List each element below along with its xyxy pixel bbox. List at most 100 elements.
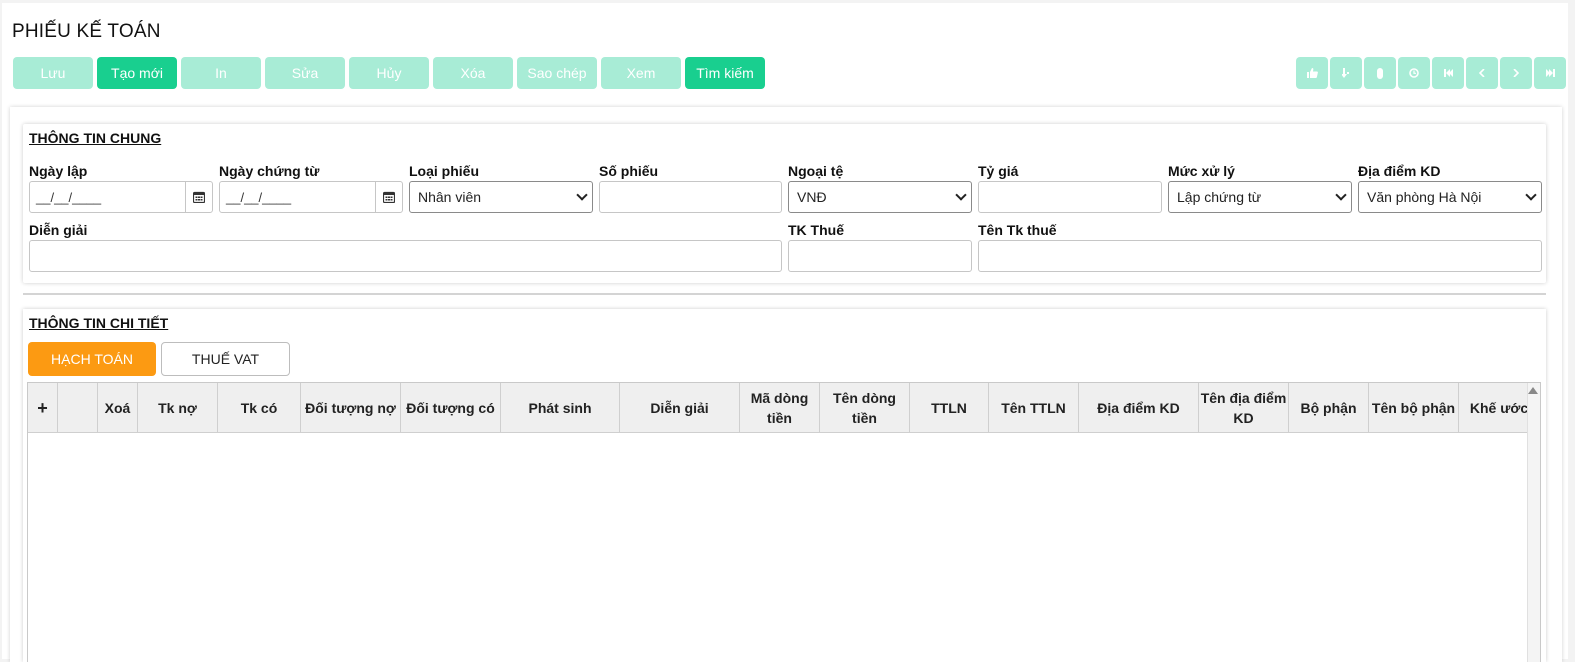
voucher-type-value: Nhân viên	[418, 189, 482, 205]
prev-icon	[1479, 69, 1485, 77]
tax-account-input[interactable]	[788, 240, 972, 272]
tax-account-name-input[interactable]	[978, 240, 1542, 272]
business-location-value: Văn phòng Hà Nội	[1367, 189, 1482, 205]
column-header-department-name[interactable]: Tên bộ phận	[1369, 383, 1459, 432]
doc-date-label: Ngày chứng từ	[219, 163, 320, 179]
column-header-select	[58, 383, 98, 432]
calendar-button[interactable]	[375, 182, 402, 212]
thumbs-up-icon	[1306, 68, 1318, 78]
column-header-debit-account[interactable]: Tk nợ	[138, 383, 218, 432]
history-button[interactable]	[1398, 57, 1430, 89]
exchange-rate-label: Tỷ giá	[978, 163, 1019, 179]
column-header-location-name[interactable]: Tên địa điểm KD	[1199, 383, 1289, 432]
column-header-delete[interactable]: Xoá	[98, 383, 138, 432]
save-button[interactable]: Lưu	[13, 57, 93, 89]
date-created-value[interactable]: __/__/____	[30, 182, 185, 212]
edit-button[interactable]: Sửa	[265, 57, 345, 89]
first-page-button[interactable]	[1432, 57, 1464, 89]
general-info-section: THÔNG TIN CHUNG Ngày lập __/__/____ Ngày…	[23, 124, 1546, 283]
date-created-field: Ngày lập __/__/____	[29, 161, 213, 213]
attachment-button[interactable]	[1364, 57, 1396, 89]
tax-account-label: TK Thuế	[788, 222, 844, 238]
business-location-label: Địa điểm KD	[1358, 163, 1441, 179]
voucher-type-field: Loại phiếu Nhân viên	[409, 161, 593, 213]
tab-accounting[interactable]: HẠCH TOÁN	[28, 342, 156, 376]
column-header-location[interactable]: Địa điểm KD	[1079, 383, 1199, 432]
column-header-department[interactable]: Bộ phận	[1289, 383, 1369, 432]
history-icon	[1409, 68, 1419, 78]
voucher-no-field: Số phiếu	[599, 161, 782, 213]
main-panel: THÔNG TIN CHUNG Ngày lập __/__/____ Ngày…	[10, 107, 1562, 662]
action-toolbar: Lưu Tạo mới In Sửa Hủy Xóa Sao chép Xem …	[13, 57, 765, 89]
exchange-rate-input[interactable]	[978, 181, 1162, 213]
exchange-rate-field: Tỷ giá	[978, 161, 1162, 213]
process-level-field: Mức xử lý Lập chứng từ	[1168, 161, 1352, 213]
calendar-icon	[193, 191, 205, 203]
column-header-ttln-name[interactable]: Tên TTLN	[989, 383, 1079, 432]
process-level-select[interactable]: Lập chứng từ	[1168, 181, 1352, 213]
tax-account-name-label: Tên Tk thuế	[978, 222, 1057, 238]
record-navigation	[1296, 57, 1566, 89]
currency-select[interactable]: VNĐ	[788, 181, 972, 213]
tax-account-name-field: Tên Tk thuế	[978, 220, 1542, 272]
delete-button[interactable]: Xóa	[433, 57, 513, 89]
sort-button[interactable]	[1330, 57, 1362, 89]
business-location-select[interactable]: Văn phòng Hà Nội	[1358, 181, 1542, 213]
voucher-type-select[interactable]: Nhân viên	[409, 181, 593, 213]
prev-button[interactable]	[1466, 57, 1498, 89]
column-header-ttln[interactable]: TTLN	[910, 383, 989, 432]
view-button[interactable]: Xem	[601, 57, 681, 89]
chevron-down-icon	[1335, 189, 1347, 201]
column-header-description[interactable]: Diễn giải	[620, 383, 740, 432]
doc-date-input[interactable]: __/__/____	[219, 181, 403, 213]
voucher-no-label: Số phiếu	[599, 163, 659, 179]
description-input[interactable]	[29, 240, 782, 272]
currency-label: Ngoại tệ	[788, 163, 844, 179]
print-button[interactable]: In	[181, 57, 261, 89]
process-level-value: Lập chứng từ	[1177, 189, 1262, 205]
last-page-button[interactable]	[1534, 57, 1566, 89]
column-header-amount[interactable]: Phát sinh	[501, 383, 620, 432]
column-header-cashflow-name[interactable]: Tên dòng tiền	[820, 383, 910, 432]
doc-date-value[interactable]: __/__/____	[220, 182, 375, 212]
description-label: Diễn giải	[29, 222, 88, 238]
voucher-no-input[interactable]	[599, 181, 782, 213]
grid-scrollbar[interactable]	[1527, 383, 1540, 662]
scroll-up-icon[interactable]	[1528, 387, 1538, 394]
chevron-down-icon	[955, 189, 967, 201]
first-page-icon	[1443, 69, 1453, 77]
copy-button[interactable]: Sao chép	[517, 57, 597, 89]
chevron-down-icon	[1525, 189, 1537, 201]
next-button[interactable]	[1500, 57, 1532, 89]
column-header-credit-object[interactable]: Đối tượng có	[401, 383, 501, 432]
currency-field: Ngoại tệ VNĐ	[788, 161, 972, 213]
general-info-title: THÔNG TIN CHUNG	[29, 130, 162, 146]
sort-icon	[1342, 68, 1349, 78]
doc-date-field: Ngày chứng từ __/__/____	[219, 161, 403, 213]
approve-button[interactable]	[1296, 57, 1328, 89]
voucher-type-label: Loại phiếu	[409, 163, 479, 179]
calendar-icon	[383, 191, 395, 203]
page: PHIẾU KẾ TOÁN Lưu Tạo mới In Sửa Hủy Xóa…	[2, 3, 1568, 662]
business-location-field: Địa điểm KD Văn phòng Hà Nội	[1358, 161, 1542, 213]
column-header-cashflow-code[interactable]: Mã dòng tiền	[740, 383, 820, 432]
add-row-button[interactable]: +	[28, 383, 58, 432]
date-created-label: Ngày lập	[29, 163, 88, 179]
tax-account-field: TK Thuế	[788, 220, 972, 272]
tab-vat[interactable]: THUẾ VAT	[161, 342, 290, 376]
calendar-button[interactable]	[185, 182, 212, 212]
create-button[interactable]: Tạo mới	[97, 57, 177, 89]
page-title: PHIẾU KẾ TOÁN	[12, 21, 161, 42]
search-button[interactable]: Tìm kiếm	[685, 57, 765, 89]
date-created-input[interactable]: __/__/____	[29, 181, 213, 213]
detail-grid: + Xoá Tk nợ Tk có Đối tượng nợ Đối tượng…	[27, 382, 1541, 662]
description-field: Diễn giải	[29, 220, 782, 272]
column-header-credit-account[interactable]: Tk có	[218, 383, 301, 432]
process-level-label: Mức xử lý	[1168, 163, 1235, 179]
currency-value: VNĐ	[797, 189, 827, 205]
chevron-down-icon	[576, 189, 588, 201]
detail-info-title: THÔNG TIN CHI TIẾT	[29, 315, 169, 331]
cancel-button[interactable]: Hủy	[349, 57, 429, 89]
last-page-icon	[1545, 69, 1555, 77]
column-header-debit-object[interactable]: Đối tượng nợ	[301, 383, 401, 432]
